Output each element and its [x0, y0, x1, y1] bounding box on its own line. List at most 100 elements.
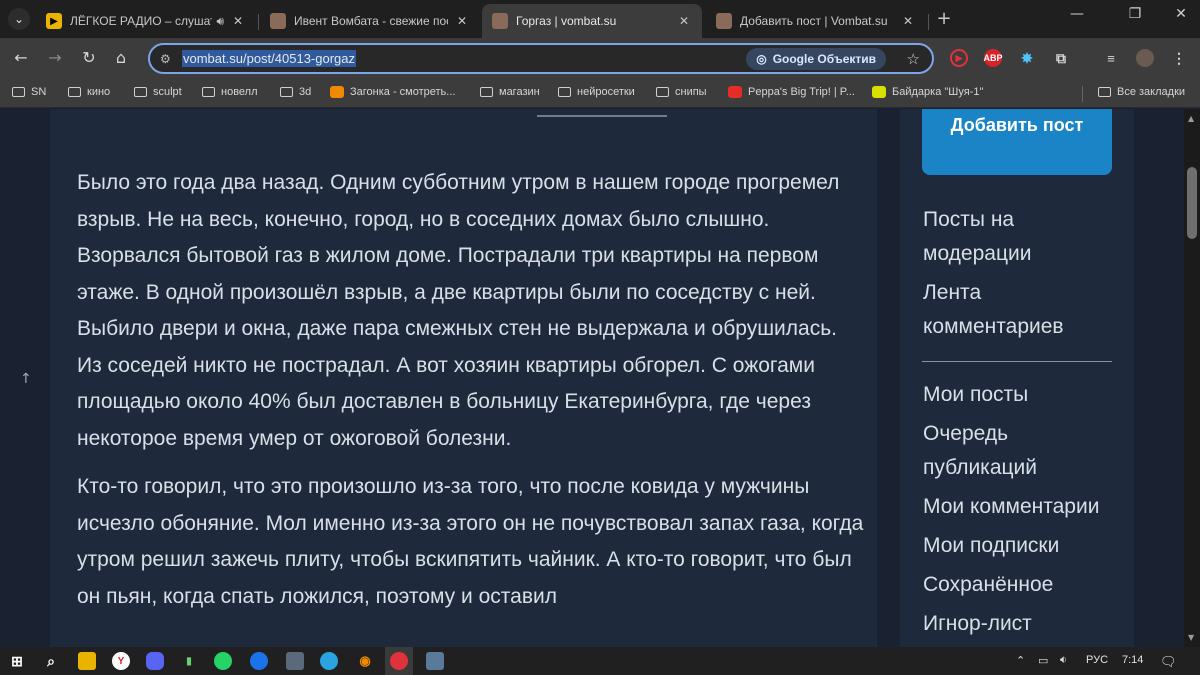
- calculator-icon[interactable]: [286, 652, 304, 670]
- bookmark-star-icon[interactable]: ☆: [907, 50, 920, 68]
- minimize-icon: —: [1070, 6, 1084, 22]
- tab-underline: [537, 115, 667, 117]
- home-button[interactable]: ⌂: [110, 48, 132, 67]
- discord-icon[interactable]: [146, 652, 164, 670]
- bookmark-baidarka[interactable]: Байдарка "Шуя-1": [872, 86, 983, 98]
- scroll-up-icon[interactable]: ▲: [1188, 114, 1194, 123]
- bookmark-neiroseti[interactable]: нейросетки: [558, 86, 635, 98]
- tab-ivent-vombata[interactable]: Ивент Вомбата - свежие пост ✕: [260, 4, 480, 38]
- abp-label: ABP: [983, 53, 1003, 63]
- speaker-icon[interactable]: 🔊︎: [216, 14, 224, 29]
- whatsapp-icon[interactable]: [214, 652, 232, 670]
- search-icon[interactable]: ⌕: [42, 652, 60, 670]
- site-settings-icon[interactable]: ⚙: [160, 52, 176, 66]
- colorful-extension-icon[interactable]: ✸: [1018, 49, 1036, 67]
- bookmark-novell[interactable]: новелл: [202, 86, 258, 98]
- tab-search-button[interactable]: ⌄: [8, 8, 30, 30]
- scroll-to-top-arrow-icon[interactable]: ↑: [20, 371, 32, 387]
- bookmark-peppa[interactable]: Peppa's Big Trip! | P...: [728, 86, 855, 98]
- yandex-browser-icon[interactable]: Y: [112, 652, 130, 670]
- close-icon[interactable]: ✕: [454, 13, 470, 29]
- extensions-puzzle-icon[interactable]: ⧉: [1052, 49, 1070, 67]
- profile-avatar[interactable]: [1136, 49, 1154, 67]
- volume-icon[interactable]: 🔉︎: [1060, 654, 1067, 667]
- notification-icon[interactable]: 🗨︎: [1160, 654, 1177, 670]
- sidebar-item-my-posts[interactable]: Мои посты: [923, 378, 1123, 412]
- arrow-left-icon: ←: [14, 48, 28, 67]
- reload-button[interactable]: ↻: [78, 48, 100, 67]
- sidebar-item-moderation[interactable]: Посты на модерации: [923, 203, 1123, 271]
- bookmark-sn[interactable]: SN: [12, 86, 46, 98]
- sidebar-menu-personal: Мои посты Очередь публикаций Мои коммент…: [923, 378, 1123, 646]
- media-controls-icon[interactable]: ≡: [1102, 49, 1120, 67]
- close-window-button[interactable]: ✕: [1166, 6, 1196, 22]
- restore-icon: ❐: [1128, 6, 1142, 22]
- sidebar-menu-moderation: Посты на модерации Лента комментариев: [923, 203, 1123, 349]
- tray-chevron-icon[interactable]: ⌃: [1016, 654, 1025, 667]
- sidebar-item-my-comments[interactable]: Мои комментарии: [923, 490, 1123, 524]
- chrome-icon[interactable]: [390, 652, 408, 670]
- folder-icon: [480, 87, 493, 97]
- media-extension-icon[interactable]: ▶: [950, 49, 968, 67]
- tab-title: ЛЁГКОЕ РАДИО – слушать: [70, 14, 213, 28]
- menu-dots-icon[interactable]: ⋮: [1170, 49, 1188, 67]
- url-text[interactable]: vombat.su/post/40513-gorgaz: [182, 50, 356, 67]
- sidebar-item-ignore-list[interactable]: Игнор-лист: [923, 607, 1123, 641]
- bookmark-kino[interactable]: кино: [68, 86, 110, 98]
- chevron-down-icon: ⌄: [13, 12, 25, 26]
- language-indicator[interactable]: РУС: [1086, 654, 1108, 666]
- sidebar-item-saved[interactable]: Сохранённое: [923, 568, 1123, 602]
- tab-gorgaz[interactable]: Горгаз | vombat.su ✕: [482, 4, 702, 38]
- vertical-scrollbar[interactable]: ▲ ▼: [1184, 109, 1200, 647]
- app-green-icon[interactable]: ▮: [180, 652, 198, 670]
- sidebar-item-publish-queue[interactable]: Очередь публикаций: [923, 417, 1123, 485]
- blender-icon[interactable]: ◉: [356, 652, 374, 670]
- sidebar: Добавить пост Посты на модерации Лента к…: [900, 109, 1134, 647]
- scrollbar-thumb[interactable]: [1187, 167, 1197, 239]
- windows-taskbar: ⊞ ⌕ Y ▮ ◉ ⌃ ▭ 🔉︎ РУС 7:14 🗨︎: [0, 647, 1200, 675]
- tab-dobavit-post[interactable]: Добавить пост | Vombat.su ✕: [706, 4, 926, 38]
- scroll-down-icon[interactable]: ▼: [1188, 633, 1194, 642]
- network-icon[interactable]: ▭: [1038, 654, 1048, 667]
- forward-button[interactable]: →: [44, 48, 66, 67]
- tab-title: Ивент Вомбата - свежие пост: [294, 14, 448, 28]
- wombat-icon: [270, 13, 286, 29]
- windows-start-icon[interactable]: ⊞: [8, 652, 26, 670]
- restore-button[interactable]: ❐: [1120, 6, 1150, 22]
- wombat-icon: [716, 13, 732, 29]
- google-lens-button[interactable]: ◎ Google Объектив: [746, 48, 886, 70]
- sidebar-divider: [922, 361, 1112, 362]
- address-bar[interactable]: ⚙ vombat.su/post/40513-gorgaz ◎ Google О…: [148, 43, 934, 74]
- folder-icon: [202, 87, 215, 97]
- chrome-alt-icon[interactable]: [250, 652, 268, 670]
- wombat-icon: [492, 13, 508, 29]
- close-icon[interactable]: ✕: [900, 13, 916, 29]
- add-post-button[interactable]: Добавить пост: [922, 109, 1112, 175]
- bookmark-zagonka[interactable]: Загонка - смотреть...: [330, 86, 455, 98]
- photos-icon[interactable]: [426, 652, 444, 670]
- baidarka-icon: [872, 86, 886, 98]
- bookmark-magazin[interactable]: магазин: [480, 86, 540, 98]
- folder-icon: [134, 87, 147, 97]
- close-icon[interactable]: ✕: [230, 13, 246, 29]
- bookmark-all[interactable]: Все закладки: [1098, 86, 1185, 98]
- adblock-plus-icon[interactable]: ABP: [983, 49, 1003, 67]
- post-card: Было это года два назад. Одним субботним…: [50, 109, 877, 647]
- tab-title: Добавить пост | Vombat.su: [740, 14, 888, 28]
- home-icon: ⌂: [115, 48, 127, 67]
- minimize-button[interactable]: —: [1062, 6, 1092, 22]
- bookmark-sculpt[interactable]: sculpt: [134, 86, 182, 98]
- sidebar-item-my-subscriptions[interactable]: Мои подписки: [923, 529, 1123, 563]
- telegram-icon[interactable]: [320, 652, 338, 670]
- post-body: Было это года два назад. Одним субботним…: [77, 165, 867, 627]
- close-icon[interactable]: ✕: [676, 13, 692, 29]
- bookmark-snipy[interactable]: снипы: [656, 86, 707, 98]
- clock[interactable]: 7:14: [1122, 654, 1143, 666]
- tab-legkoe-radio[interactable]: ▶ ЛЁГКОЕ РАДИО – слушать 🔊︎ ✕: [36, 4, 256, 38]
- folder-icon: [558, 87, 571, 97]
- file-explorer-icon[interactable]: [78, 652, 96, 670]
- back-button[interactable]: ←: [10, 48, 32, 67]
- new-tab-button[interactable]: +: [934, 8, 954, 29]
- bookmark-3d[interactable]: 3d: [280, 86, 311, 98]
- sidebar-item-comment-feed[interactable]: Лента комментариев: [923, 276, 1123, 344]
